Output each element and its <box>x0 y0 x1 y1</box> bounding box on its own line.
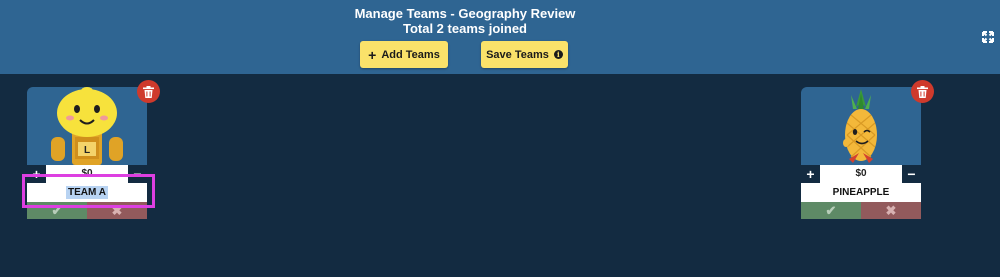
team-avatar[interactable]: L <box>27 87 147 165</box>
confirm-button[interactable]: ✔ <box>801 202 861 219</box>
add-teams-button[interactable]: + Add Teams <box>360 41 448 68</box>
delete-team-button[interactable] <box>911 80 934 103</box>
header-bar: Manage Teams - Geography Review Total 2 … <box>0 0 1000 74</box>
expand-icon[interactable] <box>982 31 994 43</box>
pineapple-character-icon <box>843 89 877 163</box>
save-teams-label: Save Teams <box>486 48 549 61</box>
cancel-button[interactable]: ✖ <box>861 202 921 219</box>
increase-score-button[interactable]: + <box>801 165 820 183</box>
save-teams-button[interactable]: Save Teams i <box>481 41 568 68</box>
team-name-text: PINEAPPLE <box>832 187 890 198</box>
team-name-field[interactable]: PINEAPPLE <box>801 183 921 202</box>
focus-highlight <box>22 174 155 208</box>
team-avatar[interactable] <box>801 87 921 165</box>
page-title: Manage Teams - Geography Review <box>354 6 576 21</box>
decrease-score-button[interactable]: − <box>902 165 921 183</box>
plus-icon: + <box>368 46 377 63</box>
team-score: $0 <box>855 168 867 179</box>
avatar-letter: L <box>84 145 90 156</box>
trash-icon <box>917 85 928 98</box>
delete-team-button[interactable] <box>137 80 160 103</box>
lemon-character-icon: L <box>51 87 123 165</box>
teams-joined-count: Total 2 teams joined <box>402 21 527 36</box>
add-teams-label: Add Teams <box>381 48 440 61</box>
info-icon: i <box>553 50 563 59</box>
score-row: + $0 − <box>801 165 921 183</box>
team-card-pineapple: + $0 − PINEAPPLE ✔ ✖ <box>801 80 934 219</box>
x-icon: ✖ <box>885 202 897 218</box>
check-icon: ✔ <box>825 202 837 218</box>
trash-icon <box>143 85 154 98</box>
